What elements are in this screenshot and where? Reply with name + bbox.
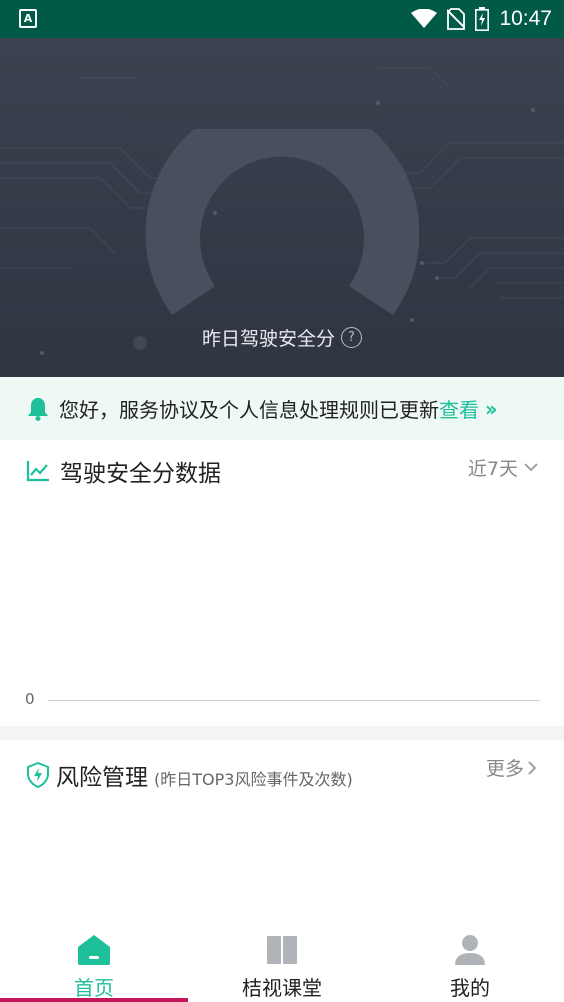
safety-score-card: 驾驶安全分数据 近7天 0 [0,440,564,726]
nav-label-home: 首页 [74,976,114,1000]
policy-update-notice[interactable]: 您好，服务协议及个人信息处理规则已更新 查看 ›› [0,377,564,440]
nav-item-home[interactable]: 首页 [0,922,188,1002]
chevron-right-icon [528,760,536,775]
risk-more-link[interactable]: 更多 [486,754,536,781]
risk-card-header: 风险管理 (昨日TOP3风险事件及次数) [26,758,353,792]
date-range-dropdown[interactable]: 近7天 [468,454,538,481]
hero-score-label: 昨日驾驶安全分 ? [0,324,564,351]
notice-message: 您好，服务协议及个人信息处理规则已更新 [59,398,439,422]
score-card-title: 驾驶安全分数据 [60,461,221,487]
notice-view-link[interactable]: 查看 [439,394,479,423]
status-bar: A 10:47 [0,0,564,38]
battery-charging-icon [475,7,490,31]
nav-item-classroom[interactable]: 桔视课堂 [188,922,376,1002]
nav-label-classroom: 桔视课堂 [242,976,322,1000]
chart-baseline [48,700,540,701]
bottom-navigation: 首页 桔视课堂 我的 [0,922,564,1002]
home-icon [78,935,110,965]
yesterday-score-title: 昨日驾驶安全分 [201,328,335,350]
line-chart-icon [26,461,49,482]
wifi-icon [411,9,438,28]
section-divider [0,726,564,740]
chart-axis-zero-label: 0 [25,690,35,708]
date-range-label: 近7天 [467,458,518,480]
score-gauge [145,129,419,315]
hero-score-panel: 昨日驾驶安全分 ? [0,38,564,377]
chevron-down-icon [524,463,538,472]
double-chevron-right-icon[interactable]: ›› [485,397,498,421]
risk-card-subtitle: (昨日TOP3风险事件及次数) [154,770,353,789]
help-icon[interactable]: ? [341,327,362,348]
book-icon [267,936,297,964]
score-card-header: 驾驶安全分数据 [26,454,221,488]
app-notification-letter: A [23,12,33,25]
risk-more-label: 更多 [485,758,524,780]
status-time: 10:47 [499,7,552,30]
user-icon [455,935,485,965]
bell-icon [28,397,48,421]
risk-management-card: 风险管理 (昨日TOP3风险事件及次数) 更多 [0,740,564,920]
nav-item-mine[interactable]: 我的 [376,922,564,1002]
shield-icon [27,762,49,788]
status-right-group: 10:47 [411,0,552,38]
risk-card-title: 风险管理 [56,765,148,791]
nav-label-mine: 我的 [450,976,490,1000]
no-sim-icon [447,8,466,30]
active-tab-indicator [0,998,188,1002]
app-notification-icon: A [19,9,37,28]
